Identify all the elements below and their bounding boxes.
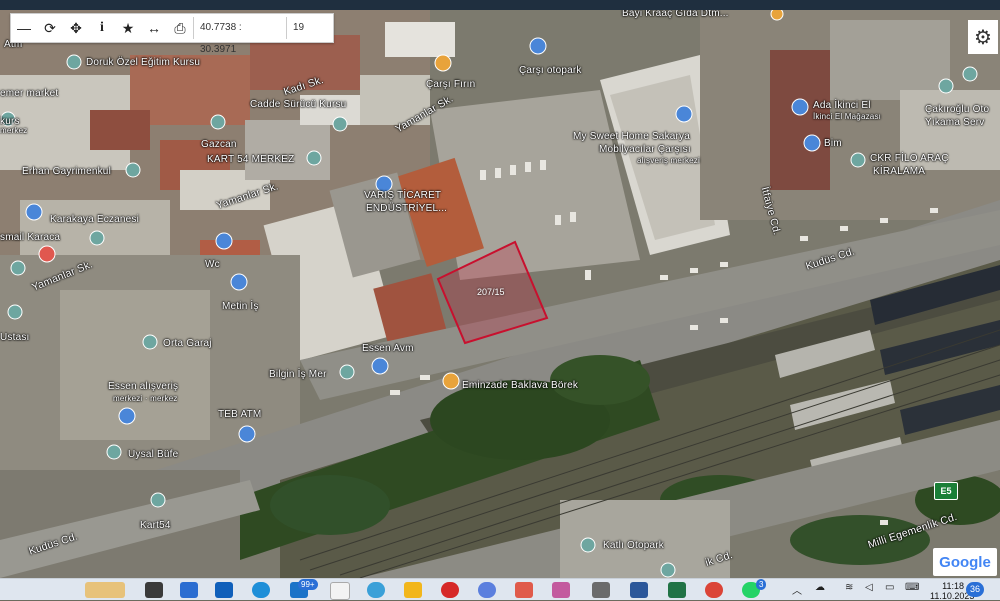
google-logo: Google — [933, 548, 997, 576]
app-icon[interactable] — [478, 582, 496, 598]
map-label[interactable]: İkinci El Mağazası — [813, 112, 881, 121]
map-label[interactable]: Mobilyacılar Çarşısı — [599, 144, 691, 155]
road-shield-e5: E5 — [934, 482, 958, 500]
parcel-number-label: 207/15 — [477, 287, 505, 297]
outlook-icon[interactable] — [215, 582, 233, 598]
map-label[interactable]: Cadde Sürücü Kursu — [250, 99, 346, 110]
snip-icon[interactable] — [552, 582, 570, 598]
map-label[interactable]: ENDÜSTRİYEL... — [366, 203, 447, 214]
satellite-map[interactable]: 207/15 Atm Doruk Özel Eğitim Kursu Kadı … — [0, 0, 1000, 578]
map-label[interactable]: Essen alışveriş — [108, 381, 178, 392]
map-label[interactable]: Orta Garaj — [163, 338, 212, 349]
chrome-profile-icon[interactable] — [705, 582, 723, 598]
map-label[interactable]: Eminzade Baklava Börek — [462, 380, 578, 391]
map-label[interactable]: Çarşı Fırın — [426, 79, 475, 90]
folder-icon[interactable] — [404, 582, 422, 598]
map-label[interactable]: Erhan Gayrimenkul — [22, 166, 111, 177]
map-label[interactable]: emer market — [0, 88, 58, 99]
map-label[interactable]: KART 54 MERKEZ — [207, 154, 294, 165]
star-icon[interactable]: ★ — [115, 14, 141, 42]
cloud-icon[interactable]: ☁ — [815, 582, 825, 593]
clock-date: 11.10.2023 — [930, 591, 975, 601]
map-label[interactable]: Kart54 — [140, 520, 171, 531]
opera-icon[interactable] — [441, 582, 459, 598]
map-label[interactable]: Wc — [205, 259, 220, 270]
map-label[interactable]: Karakaya Eczanesi — [50, 214, 139, 225]
clock-time: 11:18 — [942, 581, 964, 591]
map-label[interactable]: KİRALAMA — [873, 166, 925, 177]
taskbar-clock[interactable]: 11:18 11.10.2023 — [930, 581, 975, 601]
volume-icon[interactable]: ◁ — [865, 582, 873, 593]
map-label[interactable]: Essen Avm — [362, 343, 414, 354]
map-label[interactable]: Uysal Büfe — [128, 449, 178, 460]
map-label[interactable]: Ada İkinci El — [813, 100, 871, 111]
excel-icon[interactable] — [668, 582, 686, 598]
zoom-level: 19 — [286, 17, 319, 39]
map-label[interactable]: Çarşı otopark — [519, 65, 582, 76]
weather-widget-icon[interactable] — [85, 582, 125, 598]
map-label[interactable]: smail Karaca — [0, 232, 60, 243]
map-label[interactable]: Gazcan — [201, 139, 237, 150]
calculator-icon[interactable] — [592, 582, 610, 598]
edge-icon[interactable] — [252, 582, 270, 598]
map-toolbar: — ⟳ ✥ i ★ ↔ ⎙ 40.7738 : 30.3971 19 — [10, 13, 334, 55]
media-icon[interactable] — [515, 582, 533, 598]
map-label[interactable]: merkez — [0, 126, 27, 135]
map-label[interactable]: Bim — [824, 138, 842, 149]
refresh-icon[interactable]: ⟳ — [37, 14, 63, 42]
word-icon[interactable] — [630, 582, 648, 598]
map-label[interactable]: Ustası — [0, 332, 30, 343]
locate-icon[interactable]: ✥ — [63, 14, 89, 42]
map-label[interactable]: TEB ATM — [218, 409, 261, 420]
measure-icon[interactable]: ↔ — [141, 14, 167, 42]
map-label[interactable]: alışveriş merkezi — [637, 156, 700, 165]
keyboard-icon[interactable]: ⌨ — [905, 582, 919, 593]
map-label[interactable]: Çakıroğlu Oto — [925, 104, 989, 115]
wifi-icon[interactable]: ≋ — [845, 582, 853, 593]
video-call-icon[interactable] — [180, 582, 198, 598]
coordinates-display: 40.7738 : 30.3971 — [193, 17, 286, 55]
map-label[interactable]: Yıkama Serv — [925, 117, 984, 128]
map-label[interactable]: VARIŞ TİCARET — [364, 190, 441, 201]
browser-top-strip — [0, 0, 1000, 10]
google-wordmark: Google — [939, 553, 991, 571]
windows-taskbar: 99+ 3 ︿ ☁ ≋ ◁ ▭ ⌨ 11:18 11.10.2023 36 — [0, 578, 1000, 601]
notification-count[interactable]: 36 — [966, 582, 984, 597]
taskview-icon[interactable] — [145, 582, 163, 598]
settings-gear-icon[interactable]: ⚙ — [968, 20, 998, 54]
zoom-out-icon[interactable]: — — [11, 14, 37, 42]
map-label[interactable]: My Sweet Home Sakarya — [573, 131, 690, 142]
battery-icon[interactable]: ▭ — [885, 582, 894, 593]
info-icon[interactable]: i — [89, 14, 115, 42]
tray-chevron-icon[interactable]: ︿ — [792, 582, 802, 597]
whatsapp-badge: 3 — [756, 579, 767, 590]
map-label[interactable]: Metin İş — [222, 301, 259, 312]
map-label[interactable]: Doruk Özel Eğitim Kursu — [86, 57, 200, 68]
map-label[interactable]: Katlı Otopark — [603, 540, 664, 551]
map-label[interactable]: Bilgin İş Mer — [269, 369, 327, 380]
chrome-icon[interactable] — [367, 582, 385, 598]
map-label[interactable]: CKR FİLO ARAÇ — [870, 153, 949, 164]
file-icon[interactable] — [330, 582, 350, 600]
map-label[interactable]: merkezi · merkez — [113, 394, 178, 403]
print-icon[interactable]: ⎙ — [167, 14, 193, 42]
edge-badge: 99+ — [298, 579, 318, 590]
